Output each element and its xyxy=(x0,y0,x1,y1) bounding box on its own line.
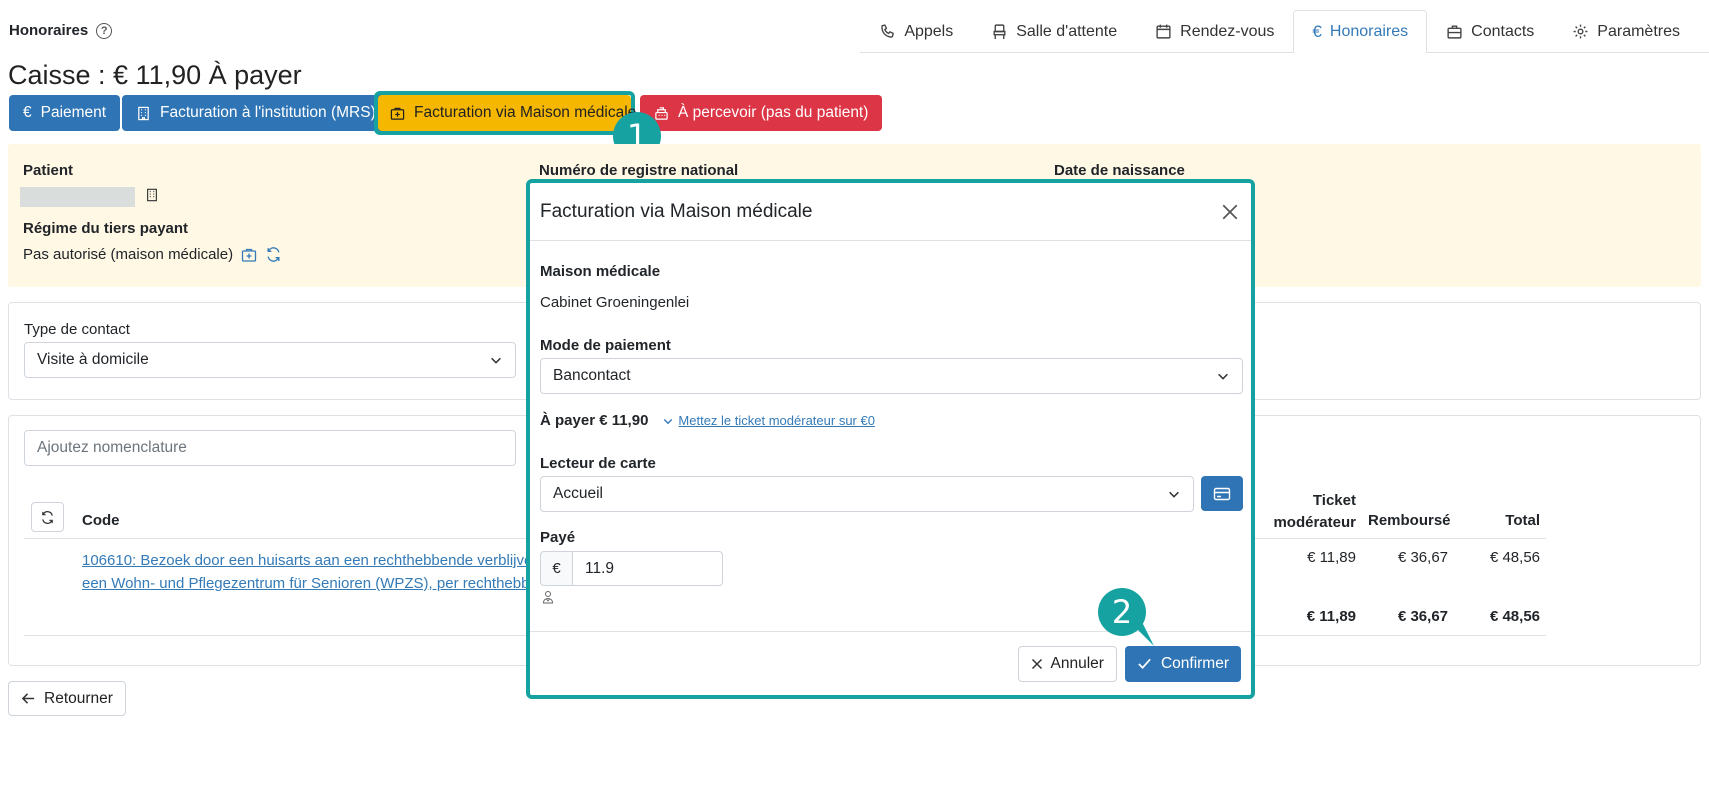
sum-ticket-value: € 11,89 xyxy=(1306,608,1356,625)
nomenclature-search-input[interactable]: Ajoutez nomenclature xyxy=(24,430,516,466)
cash-register-icon xyxy=(654,106,669,121)
chevron-down-icon xyxy=(1167,487,1181,501)
person-icon xyxy=(542,590,554,604)
medical-kit-icon xyxy=(390,106,405,121)
row-rembourse-value: € 36,67 xyxy=(1397,549,1448,566)
medical-kit-icon[interactable] xyxy=(241,247,257,263)
mm-value: Cabinet Groeningenlei xyxy=(540,294,690,311)
euro-icon: € xyxy=(1312,22,1322,41)
close-icon[interactable] xyxy=(1221,203,1239,221)
confirm-button[interactable]: Confirmer xyxy=(1124,645,1241,682)
briefcase-icon xyxy=(1446,23,1463,40)
close-icon xyxy=(1031,658,1043,670)
check-icon xyxy=(1137,656,1152,671)
euro-icon: € xyxy=(23,104,32,121)
back-button[interactable]: Retourner xyxy=(8,681,126,716)
calendar-icon xyxy=(1155,23,1172,40)
arrow-left-icon xyxy=(21,691,36,706)
tab-rendez-vous[interactable]: Rendez-vous xyxy=(1136,10,1293,52)
chevron-down-icon xyxy=(489,353,503,367)
regime-value-row: Pas autorisé (maison médicale) xyxy=(23,246,282,263)
refresh-icon[interactable] xyxy=(265,246,282,263)
col-rembourse-header: Remboursé xyxy=(1368,512,1451,529)
card-reader-select[interactable]: Accueil xyxy=(540,476,1194,512)
mm-label: Maison médicale xyxy=(540,263,661,280)
modal-header: Facturation via Maison médicale xyxy=(530,183,1251,241)
payment-button[interactable]: € Paiement xyxy=(9,95,121,131)
contact-type-select[interactable]: Visite à domicile xyxy=(24,342,516,378)
to-pay-amount: À payer € 11,90 xyxy=(540,412,649,429)
gear-icon xyxy=(1572,23,1589,40)
medical-house-highlight: Facturation via Maison médicale xyxy=(374,91,636,135)
paid-input-group: € 11.9 xyxy=(540,551,723,586)
card-reader-label: Lecteur de carte xyxy=(540,455,656,472)
to-collect-button[interactable]: À percevoir (pas du patient) xyxy=(640,95,883,131)
modal-title: Facturation via Maison médicale xyxy=(540,200,813,222)
col-ticket-header: Ticket modérateur xyxy=(1273,492,1356,531)
contact-type-label: Type de contact xyxy=(24,321,130,338)
tab-honoraires[interactable]: € Honoraires xyxy=(1293,10,1428,53)
row-ticket-value: € 11,89 xyxy=(1307,549,1356,566)
step-badge-2: 2 xyxy=(1098,588,1158,648)
patient-label: Patient xyxy=(23,162,74,179)
sum-rembourse-value: € 36,67 xyxy=(1397,608,1448,625)
birth-date-label: Date de naissance xyxy=(1054,162,1185,179)
institution-billing-button[interactable]: Facturation à l'institution (MRS) xyxy=(122,95,390,131)
regime-value: Pas autorisé (maison médicale) xyxy=(23,246,234,263)
col-code-header: Code xyxy=(82,512,120,529)
help-icon[interactable]: ? xyxy=(96,22,113,39)
col-total-header: Total xyxy=(1505,512,1540,529)
row-total-value: € 48,56 xyxy=(1489,549,1540,566)
paid-label: Payé xyxy=(540,529,576,546)
read-card-button[interactable] xyxy=(1201,476,1243,511)
tab-appels[interactable]: Appels xyxy=(860,10,972,52)
payment-mode-label: Mode de paiement xyxy=(540,337,671,354)
section-title: Honoraires ? xyxy=(9,22,113,39)
refresh-button[interactable] xyxy=(31,502,64,532)
nomenclature-row-link[interactable]: 106610: Bezoek door een huisarts aan een… xyxy=(82,549,532,595)
paid-amount-input[interactable]: 11.9 xyxy=(573,551,723,586)
sum-total-value: € 48,56 xyxy=(1489,608,1540,625)
payment-mode-select[interactable]: Bancontact xyxy=(540,358,1243,394)
chevron-down-icon xyxy=(1216,369,1230,383)
tab-salle-attente[interactable]: Salle d'attente xyxy=(972,10,1136,52)
currency-addon: € xyxy=(540,551,573,586)
chevron-down-icon xyxy=(662,415,674,427)
nrn-label: Numéro de registre national xyxy=(539,162,739,179)
page-title: Caisse : € 11,90 À payer xyxy=(8,60,302,90)
regime-label: Régime du tiers payant xyxy=(23,220,189,237)
refresh-icon xyxy=(40,510,55,525)
building-icon xyxy=(145,187,159,203)
cancel-button[interactable]: Annuler xyxy=(1017,645,1117,682)
tab-contacts[interactable]: Contacts xyxy=(1427,10,1553,52)
ticket-zero-link[interactable]: Mettez le ticket modérateur sur €0 xyxy=(662,413,875,428)
chair-icon xyxy=(991,23,1008,40)
credit-card-icon xyxy=(1213,486,1231,502)
to-pay-row: À payer € 11,90 Mettez le ticket modérat… xyxy=(540,412,875,429)
building-icon xyxy=(136,106,151,121)
patient-name-redacted xyxy=(20,187,135,207)
phone-icon xyxy=(879,23,896,40)
medical-house-billing-button[interactable]: Facturation via Maison médicale xyxy=(378,95,636,131)
tab-parametres[interactable]: Paramètres xyxy=(1553,10,1699,52)
main-tabs: Appels Salle d'attente Rendez-vous € Hon… xyxy=(860,10,1709,53)
